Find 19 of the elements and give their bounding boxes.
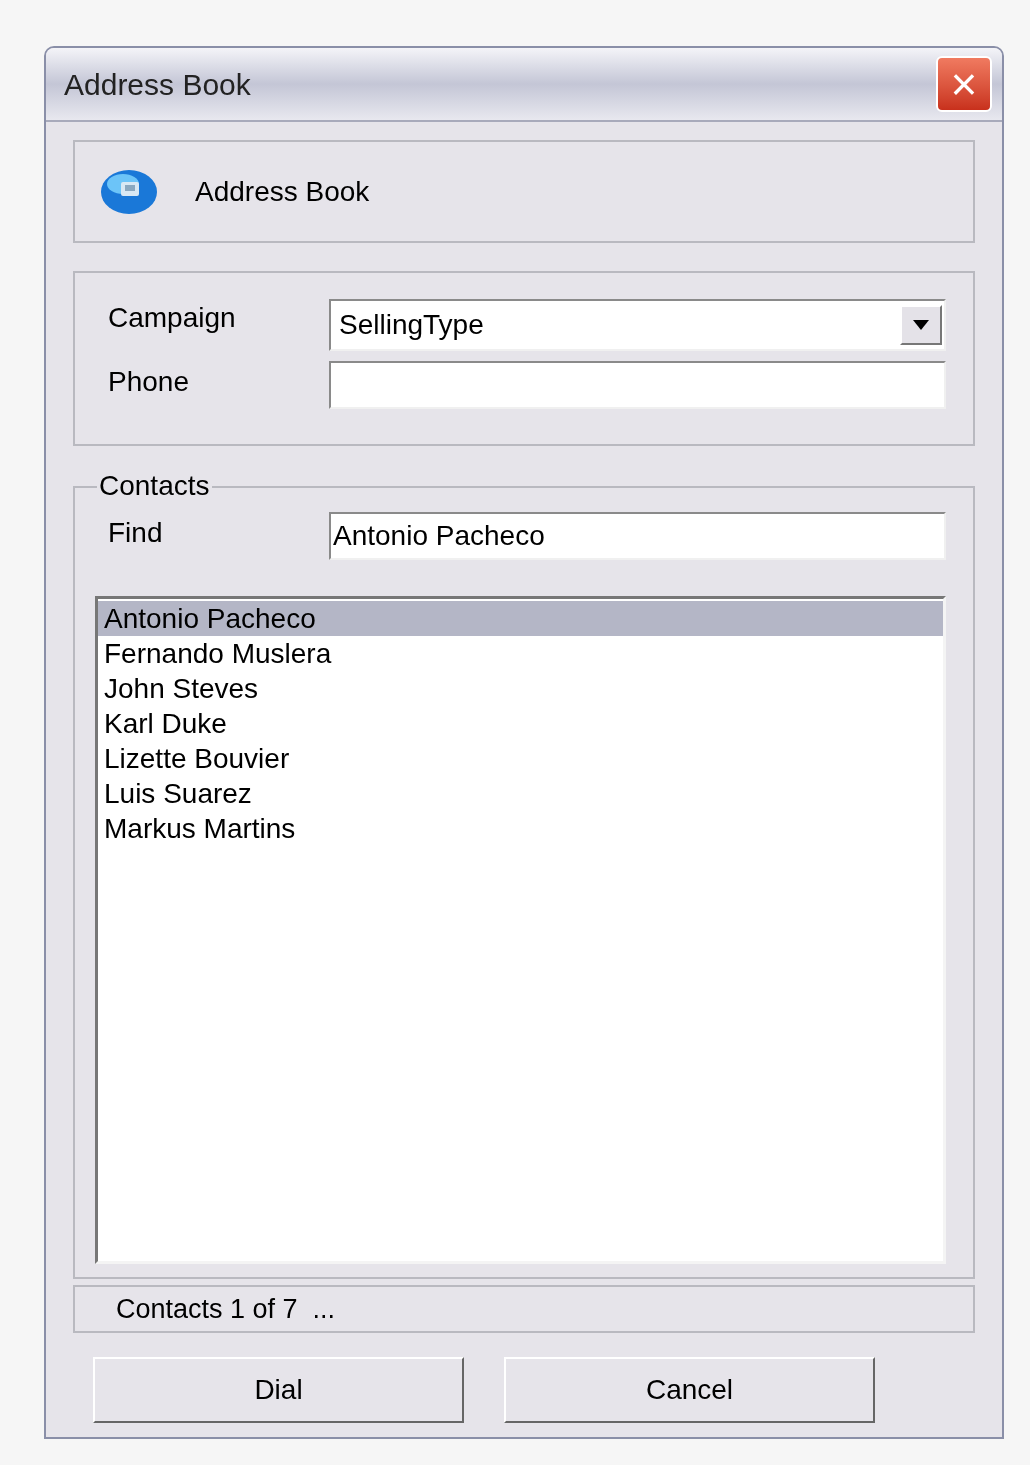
contact-item[interactable]: John Steves <box>98 671 943 706</box>
window-title: Address Book <box>64 66 251 103</box>
close-button[interactable]: × <box>936 56 992 112</box>
header-title: Address Book <box>195 174 370 209</box>
campaign-label: Campaign <box>108 301 237 335</box>
find-field[interactable]: Antonio Pacheco <box>329 512 946 560</box>
contact-item[interactable]: Luis Suarez <box>98 776 943 811</box>
find-label: Find <box>108 516 164 550</box>
contact-item[interactable]: Fernando Muslera <box>98 636 943 671</box>
campaign-dropdown[interactable]: SellingType <box>329 299 946 351</box>
contact-item[interactable]: Karl Duke <box>98 706 943 741</box>
phone-label: Phone <box>108 365 190 399</box>
phone-field[interactable] <box>329 361 946 409</box>
contact-item[interactable]: Markus Martins <box>98 811 943 846</box>
status-text: Contacts 1 of 7 ... <box>116 1292 336 1326</box>
contact-item[interactable]: Antonio Pacheco <box>98 601 943 636</box>
cancel-button[interactable]: Cancel <box>504 1357 875 1423</box>
contact-item[interactable]: Lizette Bouvier <box>98 741 943 776</box>
dial-button[interactable]: Dial <box>93 1357 464 1423</box>
